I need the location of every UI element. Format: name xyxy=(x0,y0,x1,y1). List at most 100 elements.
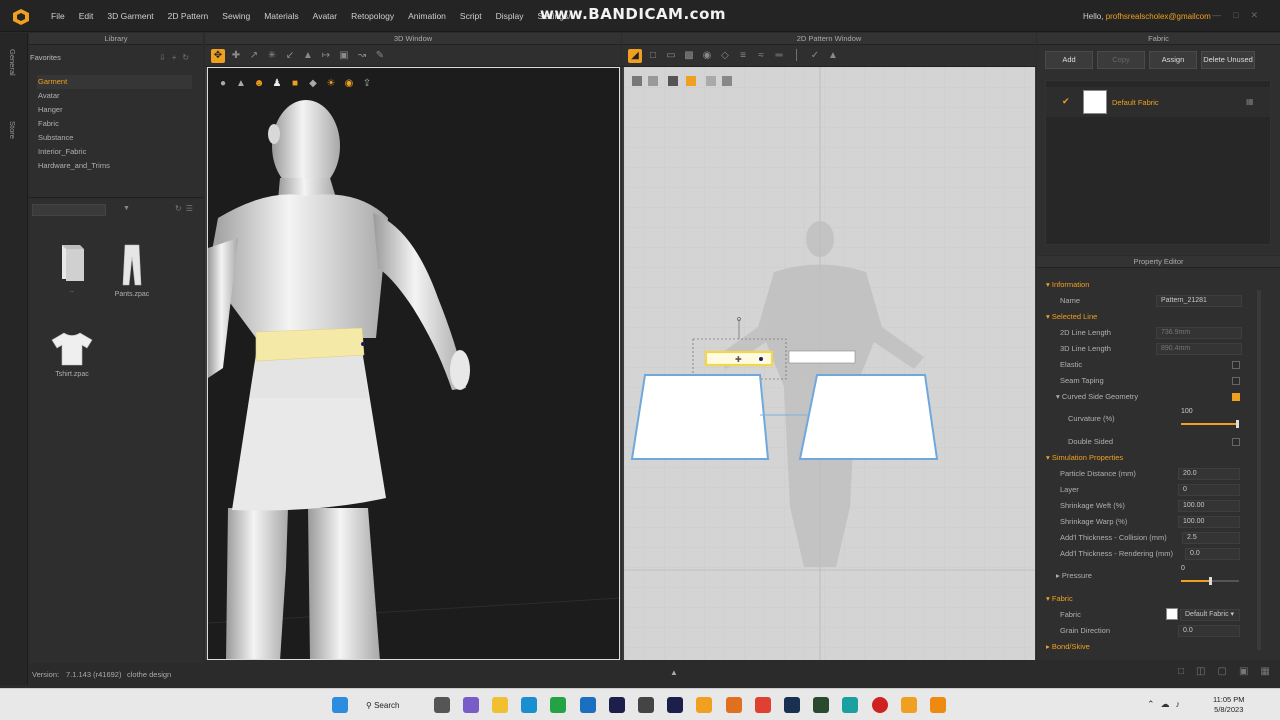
fav-item-substance[interactable]: Substance xyxy=(37,131,192,145)
select-tool-icon[interactable]: ✚ xyxy=(229,49,243,63)
fav-item-hardware[interactable]: Hardware_and_Trims xyxy=(37,159,192,173)
curved-side-geometry-checkbox[interactable] xyxy=(1232,393,1240,401)
tab-store[interactable]: Store xyxy=(8,121,17,139)
capcut-icon[interactable] xyxy=(638,697,654,713)
elastic-checkbox[interactable] xyxy=(1232,361,1240,369)
delete-unused-button[interactable]: Delete Unused xyxy=(1201,51,1255,69)
file-tile-pants[interactable]: Pants.zpac xyxy=(102,243,162,298)
layout-grid-icon[interactable]: ▦ xyxy=(1260,666,1269,677)
section-simulation[interactable]: ▾ Simulation Properties xyxy=(1046,451,1246,465)
measure-tool-icon[interactable]: ↦ xyxy=(319,49,333,63)
thickness-rendering-field[interactable]: 0.0 xyxy=(1185,548,1240,560)
tab-general[interactable]: General xyxy=(8,49,17,76)
fabric-list-item[interactable]: ✔ Default Fabric ▦ xyxy=(1046,87,1270,117)
waistband-pattern[interactable] xyxy=(788,350,856,364)
fav-item-hanger[interactable]: Hanger xyxy=(37,103,192,117)
avatar-model[interactable] xyxy=(208,68,620,660)
section-information[interactable]: ▾ Information xyxy=(1046,278,1246,292)
copy-fabric-button[interactable]: Copy xyxy=(1097,51,1145,69)
edge-icon[interactable] xyxy=(521,697,537,713)
fold-arrange-icon[interactable]: ✓ xyxy=(808,49,822,63)
menu-edit[interactable]: Edit xyxy=(72,11,101,21)
clo-logo-icon[interactable] xyxy=(12,8,30,26)
clo-taskbar-icon[interactable] xyxy=(901,697,917,713)
sew-tool-icon[interactable]: ↝ xyxy=(355,49,369,63)
segment-sewing-icon[interactable]: ≡ xyxy=(736,49,750,63)
curvature-slider[interactable] xyxy=(1181,423,1239,425)
menu-display[interactable]: Display xyxy=(489,11,531,21)
fav-item-avatar[interactable]: Avatar xyxy=(37,89,192,103)
3d-viewport[interactable]: ● ▲ ☻ ♟ ■ ◆ ☀ ◉ ⇪ xyxy=(207,67,620,660)
fabric-select[interactable]: Default Fabric ▾ xyxy=(1180,609,1240,621)
menu-materials[interactable]: Materials xyxy=(257,11,305,21)
marvelous-icon[interactable] xyxy=(842,697,858,713)
menu-file[interactable]: File xyxy=(44,11,72,21)
skirt-back-pattern[interactable] xyxy=(798,374,939,460)
bandicam-icon[interactable] xyxy=(872,697,888,713)
skirt-front-pattern[interactable] xyxy=(630,374,770,460)
blender-icon[interactable] xyxy=(726,697,742,713)
file-tile-tshirt[interactable]: Tshirt.zpac xyxy=(42,331,102,378)
curvature-value[interactable]: 100 xyxy=(1181,408,1193,415)
tack-tool-icon[interactable]: ↙ xyxy=(283,49,297,63)
curvature-slider-handle[interactable] xyxy=(1236,420,1239,428)
arrange-tool-icon[interactable]: ▣ xyxy=(337,49,351,63)
chevron-down-icon[interactable]: ▼ xyxy=(123,205,130,212)
taskbar-clock[interactable]: 11:05 PM 5/8/2023 xyxy=(1213,695,1245,715)
polygon-icon[interactable]: ▭ xyxy=(664,49,678,63)
edit-point-icon[interactable]: □ xyxy=(646,49,660,63)
layout-2d-icon[interactable]: ▣ xyxy=(1239,666,1248,677)
property-scrollbar[interactable] xyxy=(1257,290,1261,650)
layout-split-icon[interactable]: ◫ xyxy=(1196,666,1205,677)
seam-taping-checkbox[interactable] xyxy=(1232,377,1240,385)
layout-single-icon[interactable]: □ xyxy=(1178,666,1184,677)
2d-pattern-viewport[interactable]: ✚ xyxy=(624,67,1035,660)
fav-item-fabric[interactable]: Fabric xyxy=(37,117,192,131)
view-toggle-icons[interactable]: ↻☰ xyxy=(175,204,197,213)
shrinkage-weft-field[interactable]: 100.00 xyxy=(1178,500,1240,512)
windows-start-icon[interactable] xyxy=(332,697,348,713)
mail-icon[interactable] xyxy=(580,697,596,713)
substance-painter-icon[interactable] xyxy=(813,697,829,713)
favorites-actions[interactable]: ⇩+↻ xyxy=(159,53,195,62)
edit-tool-icon[interactable]: ✎ xyxy=(373,49,387,63)
fold-tool-icon[interactable]: ▲ xyxy=(301,49,315,63)
photoshop-icon[interactable] xyxy=(784,697,800,713)
save-icon[interactable]: ▦ xyxy=(1246,97,1254,106)
expand-panel-icon[interactable]: ▲ xyxy=(670,668,678,677)
vlc-icon[interactable] xyxy=(930,697,946,713)
pin-tool-icon[interactable]: ↗ xyxy=(247,49,261,63)
gizmo-tool-icon[interactable]: ✳ xyxy=(265,49,279,63)
name-field[interactable]: Pattern_21281 xyxy=(1156,295,1242,307)
garment-arrange-icon[interactable]: ▲ xyxy=(826,49,840,63)
teams-icon[interactable] xyxy=(463,697,479,713)
stitch-icon[interactable]: │ xyxy=(790,49,804,63)
pressure-value[interactable]: 0 xyxy=(1181,565,1185,572)
section-selected-line[interactable]: ▾ Selected Line xyxy=(1046,310,1246,324)
add-fabric-button[interactable]: Add xyxy=(1045,51,1093,69)
menu-avatar[interactable]: Avatar xyxy=(306,11,344,21)
app-m-icon[interactable] xyxy=(696,697,712,713)
after-effects-icon[interactable] xyxy=(667,697,683,713)
user-email[interactable]: profhsrealscholex@gmailcom xyxy=(1106,12,1211,21)
menu-3d-garment[interactable]: 3D Garment xyxy=(100,11,160,21)
pressure-slider-handle[interactable] xyxy=(1209,577,1212,585)
menu-2d-pattern[interactable]: 2D Pattern xyxy=(161,11,216,21)
tape-icon[interactable]: ═ xyxy=(772,49,786,63)
library-search-input[interactable] xyxy=(32,204,106,216)
premiere-icon[interactable] xyxy=(609,697,625,713)
transform-pattern-icon[interactable]: ◢ xyxy=(628,48,642,63)
section-bond-skive[interactable]: ▸ Bond/Skive xyxy=(1046,640,1246,654)
internal-shape-icon[interactable]: ◉ xyxy=(700,49,714,63)
dart-icon[interactable]: ◇ xyxy=(718,49,732,63)
rectangle-icon[interactable]: ▩ xyxy=(682,49,696,63)
maximize-icon[interactable]: □ xyxy=(1233,10,1238,21)
close-icon[interactable]: ✕ xyxy=(1250,10,1258,21)
layer-field[interactable]: 0 xyxy=(1178,484,1240,496)
assign-fabric-button[interactable]: Assign xyxy=(1149,51,1197,69)
shrinkage-warp-field[interactable]: 100.00 xyxy=(1178,516,1240,528)
system-tray-icons[interactable]: ⌃☁♪ xyxy=(1147,699,1186,710)
task-view-icon[interactable] xyxy=(434,697,450,713)
menu-animation[interactable]: Animation xyxy=(401,11,453,21)
menu-sewing[interactable]: Sewing xyxy=(215,11,257,21)
